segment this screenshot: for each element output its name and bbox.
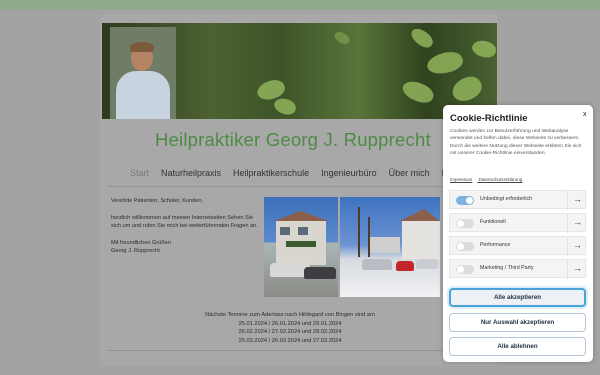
practice-building-photo xyxy=(264,197,338,297)
nav-item-heilpraktikerschule[interactable]: Heilpraktikerschule xyxy=(233,168,309,180)
site-title: Heilpraktiker Georg J. Rupprecht xyxy=(155,129,431,150)
nav-item-naturheilpraxis[interactable]: Naturheilpraxis xyxy=(161,168,221,180)
arrow-right-icon[interactable]: → xyxy=(573,240,582,250)
pref-label: Funktionell xyxy=(480,219,506,225)
cookie-title: Cookie-Richtlinie xyxy=(450,113,528,124)
reject-all-button[interactable]: Alle ablehnen xyxy=(449,337,586,356)
arrow-right-icon[interactable]: → xyxy=(573,263,582,273)
pref-row-functional: Funktionell → xyxy=(449,213,586,233)
privacy-link[interactable]: Datenschutzerklärung xyxy=(479,177,523,182)
close-icon[interactable]: x xyxy=(583,111,587,118)
pref-label: Marketing / Third Party xyxy=(480,265,534,271)
intro-closing: Mit freundlichen Grüßen xyxy=(111,239,172,246)
imprint-link[interactable]: Impressum xyxy=(450,177,472,182)
dates-heading: Nächste Termine zum Aderlass nach Hildeg… xyxy=(205,312,375,318)
intro-signature: Georg J. Rupprecht xyxy=(111,248,160,255)
date-line: 25.01.2024 / 26.01.2024 und 29.01.2024 xyxy=(238,320,342,327)
toggle-marketing[interactable] xyxy=(456,265,474,274)
toggle-performance[interactable] xyxy=(456,242,474,251)
pref-row-necessary: Unbedingt erforderlich → xyxy=(449,190,586,210)
cookie-consent-dialog: Cookie-Richtlinie x Cookies werden zur B… xyxy=(443,105,593,362)
accept-selection-button[interactable]: Nur Auswahl akzeptieren xyxy=(449,313,586,332)
cookie-description: Cookies werden zur Benutzerführung und W… xyxy=(450,129,582,157)
intro-text: Verehrte Patienten, Schüler, Kunden, her… xyxy=(111,197,261,256)
nav-divider xyxy=(108,186,446,187)
winter-street-photo xyxy=(340,197,440,297)
accept-all-button[interactable]: Alle akzeptieren xyxy=(449,288,586,307)
date-line: 26.02.2024 / 27.02.2024 und 28.02.2024 xyxy=(238,329,342,336)
bloodletting-dates: Nächste Termine zum Aderlass nach Hildeg… xyxy=(180,311,400,345)
arrow-right-icon[interactable]: → xyxy=(573,217,582,227)
footer-divider xyxy=(108,350,446,351)
pref-label: Performance xyxy=(480,242,511,248)
cookie-links: Impressum Datenschutzerklärung xyxy=(450,177,527,182)
intro-welcome: herzlich willkommen auf meinen Internets… xyxy=(111,214,258,230)
toggle-functional[interactable] xyxy=(456,219,474,228)
nav-item-ueber-mich[interactable]: Über mich xyxy=(389,168,430,180)
header-banner xyxy=(102,23,497,119)
pref-row-marketing: Marketing / Third Party → xyxy=(449,259,586,279)
pref-label: Unbedingt erforderlich xyxy=(480,196,533,202)
arrow-right-icon[interactable]: → xyxy=(573,194,582,204)
nav-item-ingenieurbuero[interactable]: Ingenieurbüro xyxy=(321,168,377,180)
pref-row-performance: Performance → xyxy=(449,236,586,256)
portrait-photo xyxy=(110,27,176,119)
date-line: 25.03.2024 / 26.03.2024 und 27.03.2024 xyxy=(238,337,342,344)
nav-item-start[interactable]: Start xyxy=(130,168,149,180)
intro-greeting: Verehrte Patienten, Schüler, Kunden, xyxy=(111,198,204,204)
main-nav: Start Naturheilpraxis Heilpraktikerschul… xyxy=(130,168,460,180)
toggle-necessary[interactable] xyxy=(456,196,474,205)
header-strip xyxy=(0,0,600,9)
